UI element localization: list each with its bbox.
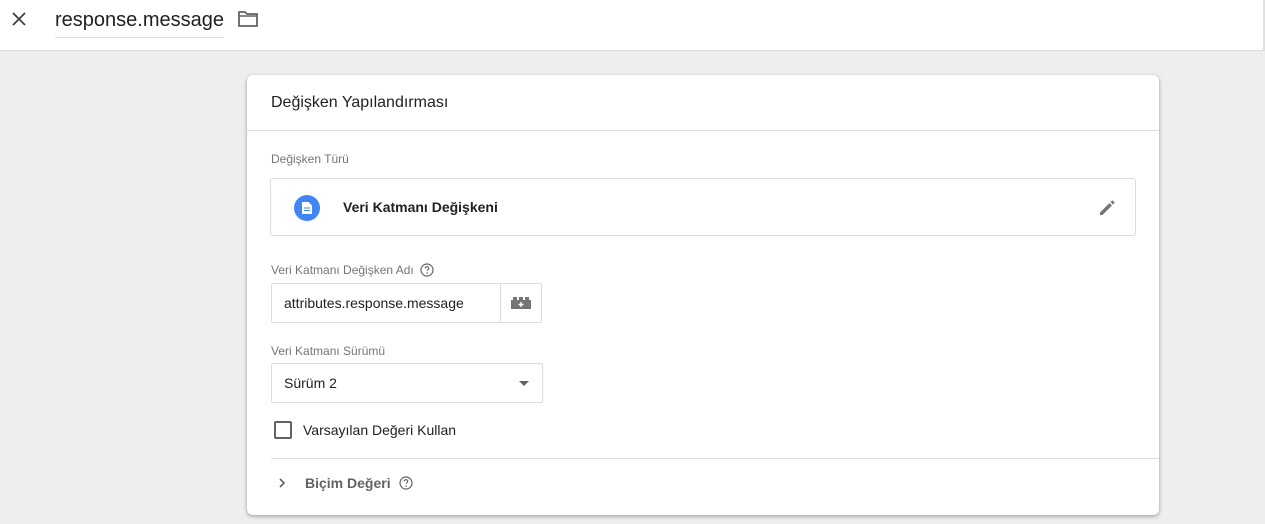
format-value-section-toggle[interactable]: Biçim Değeri	[277, 475, 413, 491]
card-header: Değişken Yapılandırması	[247, 75, 1159, 131]
dlv-name-label: Veri Katmanı Değişken Adı	[271, 263, 414, 277]
close-icon	[12, 12, 26, 26]
section-divider	[271, 458, 1159, 459]
variable-type-label: Değişken Türü	[271, 152, 349, 166]
variable-type-selector[interactable]: Veri Katmanı Değişkeni	[270, 178, 1136, 236]
variable-configuration-card: Değişken Yapılandırması Değişken Türü Ve…	[247, 75, 1159, 515]
pencil-icon	[1100, 200, 1115, 215]
dlv-name-input[interactable]	[272, 284, 501, 322]
format-value-label: Biçim Değeri	[305, 475, 391, 491]
default-value-label: Varsayılan Değeri Kullan	[303, 422, 457, 438]
close-button[interactable]	[6, 6, 32, 32]
chevron-right-icon	[279, 478, 286, 488]
card-title: Değişken Yapılandırması	[271, 93, 449, 111]
default-value-option[interactable]: Varsayılan Değeri Kullan	[274, 421, 456, 439]
variable-name-field[interactable]: response.message	[55, 8, 224, 38]
variable-type-name: Veri Katmanı Değişkeni	[343, 199, 498, 215]
folder-icon	[238, 11, 258, 27]
format-help-icon[interactable]	[398, 476, 413, 490]
variable-picker-button[interactable]	[501, 284, 541, 322]
variable-picker-icon	[511, 297, 531, 309]
help-icon[interactable]	[420, 263, 434, 277]
dropdown-arrow-icon	[519, 381, 529, 386]
edit-type-button[interactable]	[1095, 196, 1119, 220]
dlv-name-label-row: Veri Katmanı Değişken Adı	[271, 263, 434, 277]
document-icon	[294, 195, 320, 221]
folder-button[interactable]	[236, 8, 260, 30]
dlv-name-field	[271, 283, 542, 323]
top-bar: response.message	[0, 0, 1265, 51]
default-value-checkbox[interactable]	[274, 421, 292, 439]
dlv-version-label: Veri Katmanı Sürümü	[271, 344, 386, 358]
dlv-version-select[interactable]: Sürüm 2	[271, 363, 543, 403]
dlv-version-value: Sürüm 2	[284, 375, 337, 391]
variable-name-text: response.message	[55, 9, 224, 31]
